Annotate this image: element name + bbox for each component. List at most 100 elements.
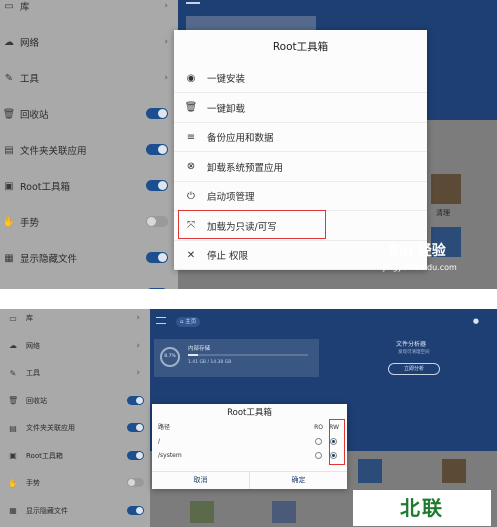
toggle-switch[interactable] bbox=[127, 505, 144, 515]
mount-row: /system bbox=[158, 450, 341, 462]
breadcrumb[interactable]: ⌂ 主页 bbox=[176, 317, 201, 327]
storage-usage: 1.41 GB / 14.38 GB bbox=[188, 360, 232, 365]
storage-bar-fill bbox=[188, 354, 199, 356]
chevron-right-icon: › bbox=[164, 73, 168, 83]
ro-radio[interactable] bbox=[315, 452, 322, 459]
drawer-item[interactable]: ▭ 库 › bbox=[0, 310, 150, 326]
toggle-switch[interactable] bbox=[146, 180, 168, 191]
chevron-right-icon: › bbox=[136, 368, 140, 378]
chevron-right-icon: › bbox=[164, 37, 168, 47]
drawer-item[interactable]: ☁ 网络 › bbox=[0, 338, 150, 354]
dialog-title: Root工具箱 bbox=[227, 408, 272, 418]
trash-icon: 🗑 bbox=[184, 102, 198, 113]
root-box-icon: ▣ bbox=[4, 180, 14, 192]
folder-link-icon: ▤ bbox=[9, 423, 17, 433]
cancel-button[interactable]: 取消 bbox=[152, 472, 249, 489]
wrench-icon: ✎ bbox=[9, 368, 17, 378]
drawer-item[interactable]: ☁ 网络 › bbox=[0, 31, 178, 53]
root-toolbox-mount-dialog: Root工具箱 路径 RO RW / /system 取消 确定 bbox=[152, 404, 347, 489]
notification-icon[interactable]: ● bbox=[473, 317, 479, 325]
drawer-item-label: 库 bbox=[26, 314, 33, 322]
toggle-switch[interactable] bbox=[146, 216, 168, 227]
root-toolbox-dialog: Root工具箱 ◉ 一键安装 🗑 一键卸载 ≡ 备份应用和数据 ⊗ 卸载系统预置应用 ⏻ 启动项管… bbox=[174, 30, 427, 270]
toggle-switch[interactable] bbox=[146, 144, 168, 155]
drawer-item-label: 工具 bbox=[26, 369, 40, 377]
path-header: 路径 bbox=[158, 424, 171, 431]
drawer-item[interactable]: ▥显示缩略图 bbox=[0, 283, 178, 289]
drawer-item[interactable]: ✋ 手势 bbox=[0, 475, 150, 491]
close-circle-icon: ⊗ bbox=[186, 161, 196, 172]
menu-item-label: 一键安装 bbox=[207, 74, 246, 85]
drawer-item[interactable]: ✋ 手势 bbox=[0, 211, 178, 233]
tile-clean[interactable] bbox=[431, 174, 461, 204]
android-icon: ◉ bbox=[186, 72, 196, 84]
toggle-knob bbox=[147, 217, 156, 226]
tile-music[interactable] bbox=[358, 459, 382, 483]
tile-android[interactable] bbox=[190, 501, 214, 523]
folder-link-icon: ▤ bbox=[4, 144, 14, 156]
storage-percent: 8.7% bbox=[164, 354, 176, 359]
toggle-switch[interactable] bbox=[127, 423, 144, 432]
ok-button[interactable]: 确定 bbox=[249, 472, 347, 489]
drawer-item[interactable]: 🗑 回收站 bbox=[0, 393, 150, 409]
menu-item[interactable]: 🗑 一键卸载 bbox=[174, 94, 427, 123]
tile-clean[interactable] bbox=[442, 459, 466, 483]
hand-icon: ✋ bbox=[2, 216, 16, 228]
drawer-item[interactable]: ▦ 显示隐藏文件 bbox=[0, 503, 150, 519]
stamp-label: 北联 bbox=[353, 490, 491, 526]
drawer-item[interactable]: ✎ 工具 › bbox=[0, 365, 150, 381]
toggle-switch[interactable] bbox=[146, 288, 168, 289]
navigation-drawer: ▭ 库 › ☁ 网络 › ✎ 工具 › 🗑 回收站 ▤ 文件夹关联应用 ▣ Root工具箱 ✋ 手势 ▦ 显示隐藏文… bbox=[0, 0, 178, 289]
toggle-knob bbox=[136, 424, 143, 431]
drawer-item[interactable]: ▦ 显示隐藏文件 bbox=[0, 247, 178, 269]
hidden-files-icon: ▦ bbox=[4, 252, 14, 264]
drawer-item[interactable]: ▣ Root工具箱 bbox=[0, 175, 178, 197]
watermark-url: jingyan.baidu.com bbox=[383, 263, 457, 272]
storage-card[interactable] bbox=[186, 16, 316, 30]
drawer-item[interactable]: ▣ Root工具箱 bbox=[0, 448, 150, 464]
close-icon: ✕ bbox=[186, 249, 196, 261]
power-icon: ⏻ bbox=[187, 190, 195, 202]
menu-item[interactable]: ⏻ 启动项管理 bbox=[174, 182, 427, 211]
breadcrumb-label: 主页 bbox=[185, 319, 197, 325]
menu-icon[interactable] bbox=[186, 2, 200, 4]
toggle-switch[interactable] bbox=[127, 478, 144, 487]
mount-path: /system bbox=[158, 452, 182, 459]
network-icon: ☁ bbox=[9, 341, 17, 350]
highlight-box bbox=[329, 419, 345, 465]
menu-item[interactable]: ⊗ 卸载系统预置应用 bbox=[174, 153, 427, 182]
drawer-item[interactable]: ▤ 文件夹关联应用 bbox=[0, 420, 150, 436]
menu-item-label: 一键卸载 bbox=[207, 103, 246, 115]
baidu-watermark: Bai 经验 bbox=[388, 240, 446, 260]
tile-gallery[interactable] bbox=[272, 501, 296, 523]
analyze-button[interactable]: 立即分析 bbox=[388, 363, 440, 375]
highlight-box bbox=[178, 210, 326, 239]
ro-radio[interactable] bbox=[315, 438, 322, 445]
toggle-switch[interactable] bbox=[127, 450, 144, 460]
storage-title: 内部存储 bbox=[188, 346, 211, 352]
drawer-item[interactable]: ✎ 工具 › bbox=[0, 67, 178, 89]
folder-icon: ▭ bbox=[4, 0, 14, 12]
drawer-item[interactable]: ▤ 文件夹关联应用 bbox=[0, 139, 178, 161]
dialog-actions: 取消 确定 bbox=[152, 471, 347, 489]
hand-icon: ✋ bbox=[8, 478, 18, 488]
storage-bar bbox=[188, 354, 308, 356]
drawer-item-label: 网络 bbox=[26, 341, 40, 350]
hidden-files-icon: ▦ bbox=[9, 506, 17, 515]
tile-clean-label: 清理 bbox=[436, 209, 450, 217]
drawer-item[interactable]: 🗑 回收站 bbox=[0, 103, 178, 125]
toggle-switch[interactable] bbox=[146, 252, 168, 263]
menu-item[interactable]: ≡ 备份应用和数据 bbox=[174, 123, 427, 152]
toggle-knob bbox=[128, 479, 135, 486]
menu-item[interactable]: ◉ 一键安装 bbox=[174, 64, 427, 93]
toggle-knob bbox=[136, 451, 143, 459]
thumbnail-icon: ▥ bbox=[2, 289, 16, 290]
toggle-switch[interactable] bbox=[127, 395, 144, 405]
ro-header: RO bbox=[314, 424, 323, 431]
toggle-knob bbox=[158, 253, 167, 262]
analyzer-subtitle: 发现可清理空间 bbox=[398, 350, 430, 355]
drawer-item[interactable]: ▭ 库 › bbox=[0, 0, 178, 17]
storage-card[interactable]: 8.7% 内部存储 1.41 GB / 14.38 GB bbox=[154, 339, 319, 377]
toggle-switch[interactable] bbox=[146, 108, 168, 119]
menu-icon[interactable] bbox=[156, 317, 166, 324]
